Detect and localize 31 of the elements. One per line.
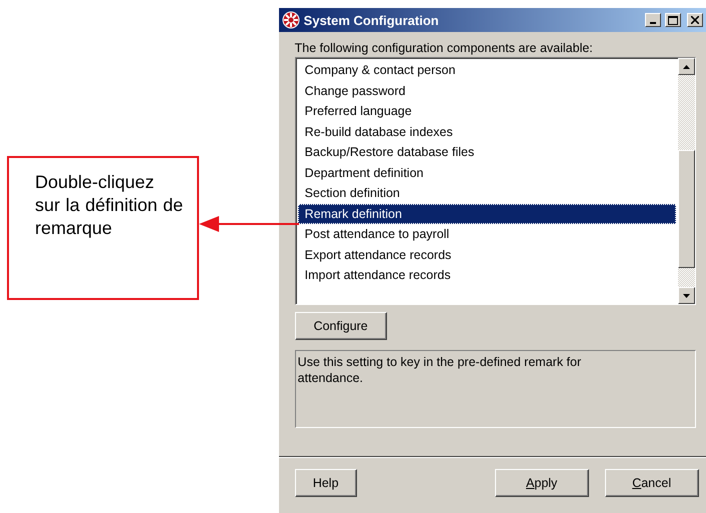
list-item[interactable]: Re-build database indexes [298,122,676,142]
minimize-button[interactable] [645,13,661,27]
callout-text: Double-cliquez sur la définition de remarque [7,156,199,300]
dialog-button[interactable]: Apply [494,469,589,497]
list-item[interactable]: Import attendance records [298,265,676,286]
list-item[interactable]: Backup/Restore database files [298,142,676,162]
list-item[interactable]: Post attendance to payroll [298,224,676,244]
close-icon [691,16,699,24]
maximize-icon [668,16,678,24]
list-item[interactable]: Change password [298,80,676,101]
window-title: System Configuration [304,12,440,28]
down-arrow-icon [682,294,690,298]
description-text: Use this setting to key in the pre-defined remark for attendance. [294,350,696,428]
scroll-thumb[interactable] [678,150,695,268]
close-button[interactable] [687,13,703,27]
up-arrow-icon [682,64,690,68]
list-item[interactable]: Remark definition [298,204,676,224]
list-item[interactable]: Department definition [298,162,676,183]
list-item[interactable]: Preferred language [298,101,676,122]
list-item[interactable]: Company & contact person [298,60,676,80]
scroll-down-button[interactable] [678,287,695,304]
list-item[interactable]: Section definition [298,183,676,204]
configure-button[interactable]: Configure [294,312,387,340]
dialog-button[interactable]: Help [294,469,357,497]
list-item[interactable]: Export attendance records [298,244,676,265]
dialog-button[interactable]: Cancel [604,469,699,497]
scroll-up-button[interactable] [678,58,695,75]
scrollbar[interactable] [678,58,695,304]
list-label: The following configuration components are available: [294,41,594,55]
maximize-button[interactable] [665,13,681,27]
app-icon [282,11,300,29]
